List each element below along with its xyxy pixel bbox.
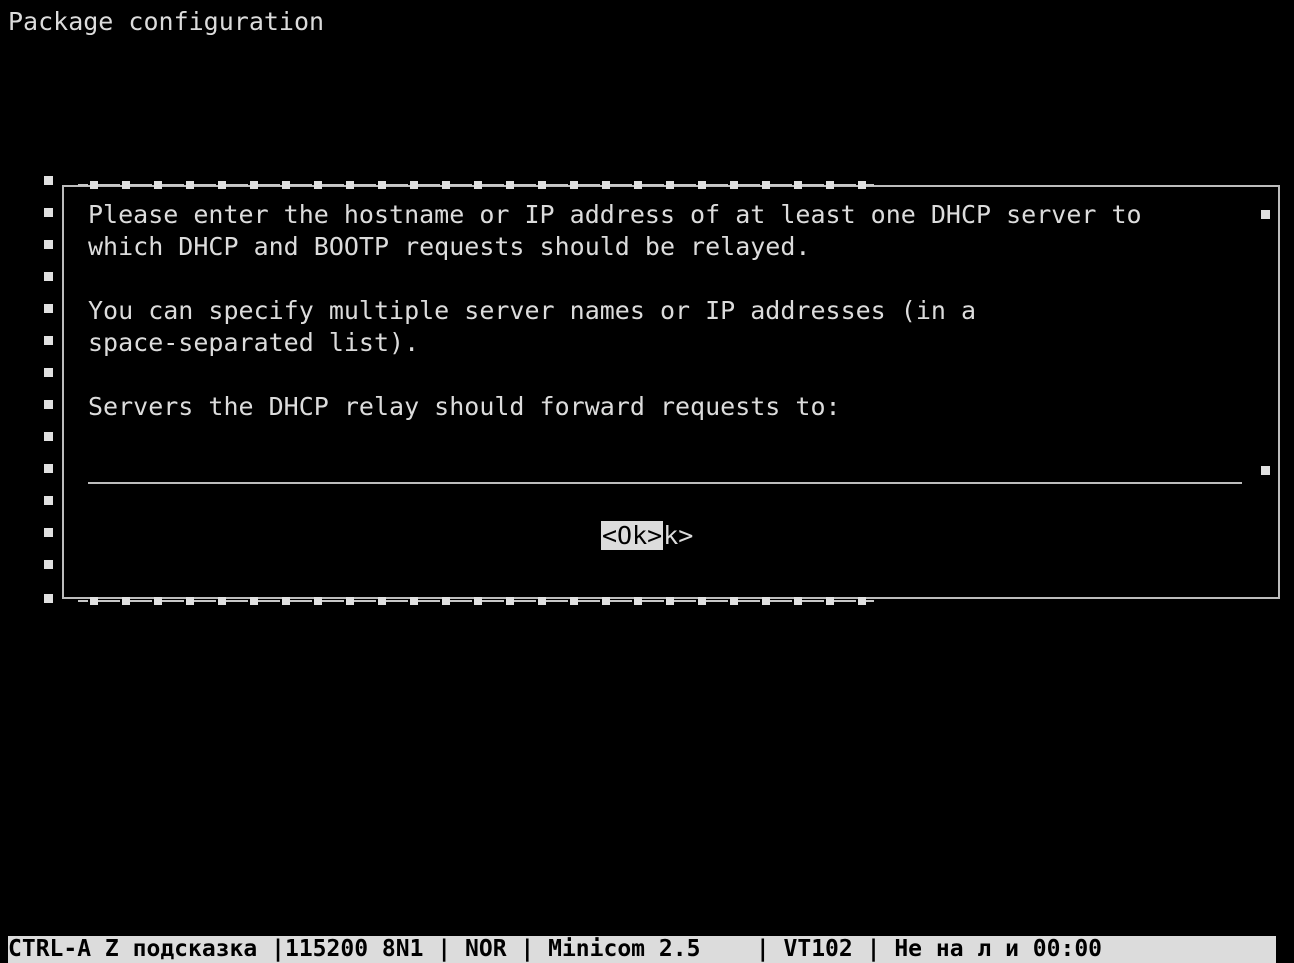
status-separator: |	[437, 936, 465, 962]
border-dot	[794, 597, 802, 605]
border-dot	[698, 597, 706, 605]
border-dot	[186, 597, 194, 605]
dialog-text-line-2: which DHCP and BOOTP requests should be …	[88, 232, 811, 261]
border-dot	[90, 597, 98, 605]
border-dot	[506, 597, 514, 605]
border-dot	[314, 597, 322, 605]
status-help: CTRL-A Z подсказка	[8, 936, 272, 962]
border-dot	[378, 597, 386, 605]
border-dot	[698, 181, 706, 189]
dialog-text-line-4: space-separated list).	[88, 328, 420, 357]
status-connection: Не на л и 00:00	[894, 936, 1103, 962]
border-dot	[122, 181, 130, 189]
border-dot	[250, 597, 258, 605]
status-separator: |	[520, 936, 549, 962]
dialog-prompt: Servers the DHCP relay should forward re…	[88, 392, 841, 421]
border-dot	[410, 181, 418, 189]
border-dot	[602, 597, 610, 605]
ok-button-wrap: <Ok>k>	[601, 520, 693, 552]
dialog-bottom-border	[78, 597, 874, 605]
border-dot	[250, 181, 258, 189]
border-dot	[378, 181, 386, 189]
border-dot	[442, 181, 450, 189]
border-dot	[826, 181, 834, 189]
border-dot	[90, 181, 98, 189]
scroll-marker-bottom	[1261, 466, 1270, 475]
border-dot	[602, 181, 610, 189]
border-dot	[474, 597, 482, 605]
border-dot	[762, 597, 770, 605]
border-dot	[346, 181, 354, 189]
scroll-marker-top	[1261, 210, 1270, 219]
border-dot	[570, 181, 578, 189]
border-dot	[154, 181, 162, 189]
border-dot	[186, 181, 194, 189]
status-port: 115200 8N1	[284, 936, 438, 962]
border-dot	[442, 597, 450, 605]
border-dot	[282, 181, 290, 189]
border-dot	[858, 181, 866, 189]
border-dot	[282, 597, 290, 605]
border-dot	[218, 181, 226, 189]
border-dot	[794, 181, 802, 189]
border-dot	[410, 597, 418, 605]
border-dot	[538, 597, 546, 605]
border-dot	[858, 597, 866, 605]
status-terminal: VT102	[783, 936, 867, 962]
border-dot	[826, 597, 834, 605]
border-dot	[666, 597, 674, 605]
status-separator: |	[755, 936, 784, 962]
dialog-left-shadow	[44, 176, 54, 606]
dialog-text-line-1: Please enter the hostname or IP address …	[88, 200, 1142, 229]
border-dot	[154, 597, 162, 605]
border-dot	[474, 181, 482, 189]
border-dot	[730, 181, 738, 189]
status-separator: |	[271, 936, 285, 962]
border-dot	[122, 597, 130, 605]
border-dot	[570, 597, 578, 605]
status-app: Minicom 2.5	[548, 936, 756, 962]
border-dot	[346, 597, 354, 605]
border-dot	[730, 597, 738, 605]
border-dot	[634, 597, 642, 605]
border-dot	[506, 181, 514, 189]
dialog-text-line-3: You can specify multiple server names or…	[88, 296, 977, 325]
dialog-top-border	[78, 181, 874, 189]
border-dot	[538, 181, 546, 189]
status-separator: |	[866, 936, 895, 962]
border-dot	[634, 181, 642, 189]
border-dot	[666, 181, 674, 189]
ok-button[interactable]: <Ok>	[601, 521, 664, 550]
servers-input-underline	[88, 482, 1242, 484]
status-mode: NOR	[465, 936, 521, 962]
screen-title: Package configuration	[8, 7, 325, 36]
status-bar: CTRL-A Z подсказка | 115200 8N1 | NOR | …	[8, 936, 1276, 963]
border-dot	[762, 181, 770, 189]
border-dot	[314, 181, 322, 189]
border-dot	[218, 597, 226, 605]
ok-button-artifact: k>	[663, 521, 694, 550]
